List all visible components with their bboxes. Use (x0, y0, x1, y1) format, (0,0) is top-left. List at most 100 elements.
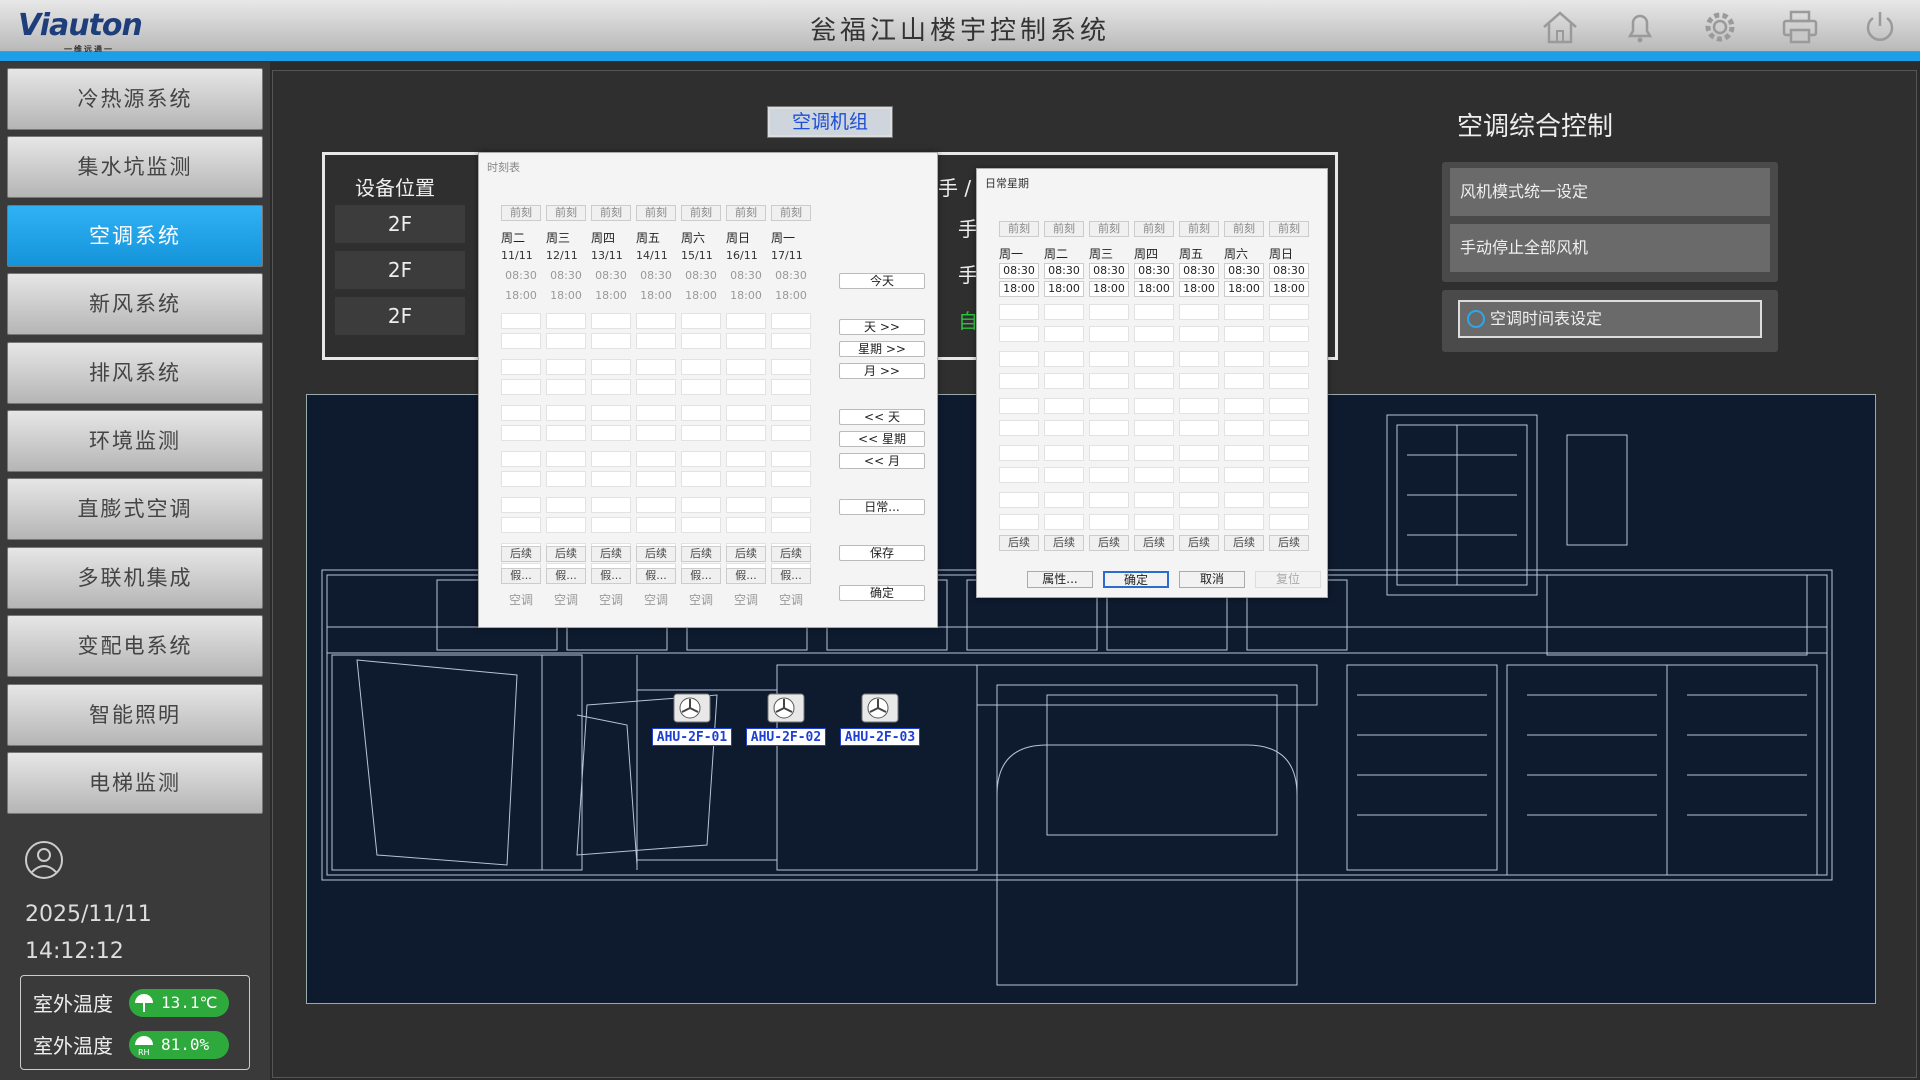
weekly-end-time[interactable]: 18:00 (1089, 281, 1129, 297)
weekly-slot[interactable] (1044, 445, 1084, 461)
schedule-slot[interactable] (681, 425, 721, 441)
weekly-prev-button[interactable]: 前刻 (999, 221, 1039, 237)
weekly-slot[interactable] (1134, 445, 1174, 461)
weekly-slot[interactable] (999, 351, 1039, 367)
schedule-prev-button[interactable]: 前刻 (726, 205, 766, 221)
next-day-button[interactable]: 天 >> (839, 319, 925, 335)
schedule-slot[interactable] (591, 425, 631, 441)
schedule-holiday-button[interactable]: 假... (546, 568, 586, 584)
bell-icon[interactable] (1600, 6, 1680, 48)
weekly-slot[interactable] (1179, 351, 1219, 367)
weekly-slot[interactable] (999, 398, 1039, 414)
schedule-slot[interactable] (636, 497, 676, 513)
weekly-next-button[interactable]: 后续 (1134, 535, 1174, 551)
weekly-slot[interactable] (1044, 467, 1084, 483)
schedule-holiday-button[interactable]: 假... (681, 568, 721, 584)
schedule-holiday-button[interactable]: 假... (726, 568, 766, 584)
weekly-next-button[interactable]: 后续 (1179, 535, 1219, 551)
schedule-slot[interactable] (726, 451, 766, 467)
schedule-slot[interactable] (681, 471, 721, 487)
weekly-slot[interactable] (1089, 326, 1129, 342)
weekly-prev-button[interactable]: 前刻 (1044, 221, 1084, 237)
weekly-next-button[interactable]: 后续 (1089, 535, 1129, 551)
weekly-slot[interactable] (1179, 514, 1219, 530)
weekly-slot[interactable] (1089, 514, 1129, 530)
weekly-slot[interactable] (1269, 398, 1309, 414)
schedule-prev-button[interactable]: 前刻 (591, 205, 631, 221)
weekly-end-time[interactable]: 18:00 (1224, 281, 1264, 297)
ahu-unit-button[interactable]: 空调机组 (767, 106, 893, 138)
weekly-slot[interactable] (1044, 373, 1084, 389)
weekly-slot[interactable] (1089, 445, 1129, 461)
weekly-next-button[interactable]: 后续 (1044, 535, 1084, 551)
schedule-slot[interactable] (501, 497, 541, 513)
weekly-slot[interactable] (1224, 304, 1264, 320)
schedule-slot[interactable] (726, 497, 766, 513)
weekly-start-time[interactable]: 08:30 (1269, 263, 1309, 279)
schedule-slot[interactable] (681, 451, 721, 467)
schedule-slot[interactable] (591, 359, 631, 375)
weekly-start-time[interactable]: 08:30 (999, 263, 1039, 279)
schedule-slot[interactable] (636, 359, 676, 375)
weekly-slot[interactable] (999, 467, 1039, 483)
weekly-start-time[interactable]: 08:30 (1044, 263, 1084, 279)
schedule-slot[interactable] (771, 359, 811, 375)
weekly-slot[interactable] (1269, 445, 1309, 461)
schedule-slot[interactable] (726, 313, 766, 329)
ahu-2f-01[interactable]: AHU-2F-01 (652, 692, 732, 746)
schedule-slot[interactable] (591, 333, 631, 349)
weekly-slot[interactable] (1269, 514, 1309, 530)
weekly-start-time[interactable]: 08:30 (1179, 263, 1219, 279)
schedule-slot[interactable] (636, 517, 676, 533)
weekly-slot[interactable] (1269, 420, 1309, 436)
schedule-slot[interactable] (546, 333, 586, 349)
schedule-slot[interactable] (501, 359, 541, 375)
schedule-prev-button[interactable]: 前刻 (501, 205, 541, 221)
weekly-slot[interactable] (1134, 398, 1174, 414)
weekly-slot[interactable] (999, 304, 1039, 320)
schedule-slot[interactable] (501, 333, 541, 349)
weekly-slot[interactable] (999, 373, 1039, 389)
properties-button[interactable]: 属性... (1027, 571, 1093, 588)
nav-elevator[interactable]: 电梯监测 (7, 752, 263, 814)
weekly-slot[interactable] (1089, 492, 1129, 508)
schedule-prev-button[interactable]: 前刻 (771, 205, 811, 221)
weekly-next-button[interactable]: 后续 (1224, 535, 1264, 551)
schedule-prev-button[interactable]: 前刻 (546, 205, 586, 221)
weekly-slot[interactable] (1134, 514, 1174, 530)
schedule-slot[interactable] (681, 405, 721, 421)
schedule-slot[interactable] (681, 517, 721, 533)
weekly-slot[interactable] (1269, 304, 1309, 320)
schedule-next-button[interactable]: 后续 (681, 546, 721, 562)
schedule-slot[interactable] (771, 451, 811, 467)
weekly-slot[interactable] (1134, 420, 1174, 436)
schedule-slot[interactable] (726, 517, 766, 533)
save-button[interactable]: 保存 (839, 545, 925, 561)
weekly-end-time[interactable]: 18:00 (1044, 281, 1084, 297)
today-button[interactable]: 今天 (839, 273, 925, 289)
prev-week-button[interactable]: << 星期 (839, 431, 925, 447)
schedule-slot[interactable] (636, 471, 676, 487)
fan-mode-set-button[interactable]: 风机模式统一设定 (1450, 168, 1770, 216)
weekly-end-time[interactable]: 18:00 (1179, 281, 1219, 297)
schedule-slot[interactable] (681, 313, 721, 329)
weekly-slot[interactable] (1179, 398, 1219, 414)
weekly-slot[interactable] (1269, 326, 1309, 342)
schedule-slot[interactable] (681, 333, 721, 349)
schedule-slot[interactable] (681, 359, 721, 375)
gear-icon[interactable] (1680, 6, 1760, 48)
schedule-slot[interactable] (546, 379, 586, 395)
schedule-slot[interactable] (501, 313, 541, 329)
schedule-slot[interactable] (636, 313, 676, 329)
nav-power-distribution[interactable]: 变配电系统 (7, 615, 263, 677)
next-week-button[interactable]: 星期 >> (839, 341, 925, 357)
schedule-slot[interactable] (771, 379, 811, 395)
schedule-slot[interactable] (546, 451, 586, 467)
weekly-slot[interactable] (1224, 398, 1264, 414)
schedule-holiday-button[interactable]: 假... (771, 568, 811, 584)
schedule-next-button[interactable]: 后续 (771, 546, 811, 562)
schedule-slot[interactable] (501, 379, 541, 395)
weekly-slot[interactable] (1089, 351, 1129, 367)
weekly-slot[interactable] (1179, 467, 1219, 483)
weekly-slot[interactable] (1269, 492, 1309, 508)
